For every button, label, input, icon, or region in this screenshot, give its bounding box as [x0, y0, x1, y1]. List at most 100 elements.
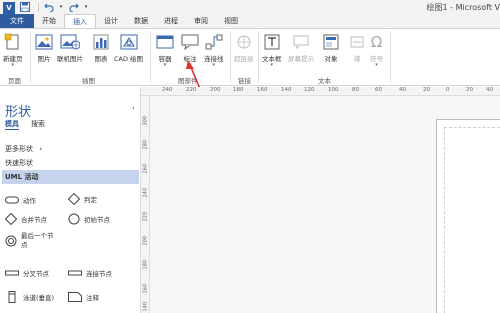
more-shapes-label: 更多形状: [5, 145, 33, 153]
chart-button[interactable]: 图表: [93, 32, 109, 63]
final-node-icon: [5, 235, 17, 247]
collapse-panel-icon[interactable]: ‹: [132, 104, 135, 112]
tab-home[interactable]: 开始: [34, 14, 64, 28]
save-icon[interactable]: [19, 2, 30, 13]
picture-button[interactable]: 图片: [35, 32, 53, 63]
chart-icon: [93, 32, 109, 52]
ruler-tick: 180: [142, 259, 149, 270]
textbox-icon: [264, 32, 280, 52]
undo-dropdown-icon[interactable]: ▾: [58, 2, 64, 13]
shape-label: 判定: [84, 196, 97, 204]
panel-tabs: 模具 搜索: [5, 119, 45, 130]
callout-icon: [181, 32, 199, 52]
quick-access-toolbar: V ▾ ▾: [0, 0, 93, 14]
vertical-ruler: 300 280 260 240 220 200 180 160 140: [141, 96, 150, 313]
shape-final-node[interactable]: 最后一个节点: [5, 232, 75, 250]
object-label: 对象: [324, 55, 338, 63]
undo-icon[interactable]: [43, 2, 54, 13]
ruler-tick: 240: [142, 187, 149, 198]
comment-icon: [68, 292, 82, 302]
tab-design[interactable]: 设计: [96, 14, 126, 28]
more-shapes-item[interactable]: 更多形状 ›: [5, 144, 42, 154]
group-label-text: 文本: [318, 77, 331, 85]
customize-toolbar-icon[interactable]: ▾: [83, 2, 89, 13]
screentip-label: 屏幕提示: [288, 55, 314, 63]
tab-process[interactable]: 进程: [156, 14, 186, 28]
new-page-button[interactable]: 新建页 ▾: [3, 32, 23, 68]
textbox-button[interactable]: 文本框 ▾: [262, 32, 282, 68]
page-margin-guide: [444, 127, 500, 313]
visio-icon: V: [3, 1, 15, 14]
shape-label: 合并节点: [21, 216, 47, 224]
shape-merge-node[interactable]: 合并节点: [5, 213, 47, 225]
online-picture-button[interactable]: 联机图片: [57, 32, 83, 63]
redo-icon[interactable]: [68, 2, 79, 13]
shape-swimlane[interactable]: 泳道(垂直): [5, 291, 54, 303]
ruler-tick: 80: [352, 87, 359, 93]
merge-node-icon: [5, 213, 17, 225]
group-divider: [258, 31, 259, 83]
online-picture-label: 联机图片: [57, 55, 83, 63]
cad-drawing-button[interactable]: CAD 绘图: [114, 32, 143, 63]
tab-search[interactable]: 搜索: [31, 119, 45, 130]
ruler-tick: 300: [142, 115, 149, 126]
tab-data[interactable]: 数据: [126, 14, 156, 28]
shape-join-node[interactable]: 连接节点: [68, 268, 112, 278]
screentip-button[interactable]: 屏幕提示: [288, 32, 314, 63]
picture-label: 图片: [37, 55, 51, 63]
ruler-tick: 200: [142, 235, 149, 246]
ruler-tick: 60: [375, 87, 382, 93]
ruler-tick: 40: [486, 87, 493, 93]
shape-initial-node[interactable]: 初始节点: [68, 213, 110, 225]
tab-insert[interactable]: 插入: [64, 14, 96, 28]
group-label-illustrations: 插图: [82, 77, 95, 85]
ribbon-tabs: 文件 开始 插入 设计 数据 进程 审阅 视图: [0, 14, 246, 28]
panel-title: 形状: [5, 105, 32, 120]
tab-stencils[interactable]: 模具: [5, 119, 19, 130]
title-bar: V ▾ ▾ 绘图1 - Microsoft V 文件 开始 插入 设计 数据 进…: [0, 0, 500, 28]
shapes-panel: 形状 ‹ 模具 搜索 更多形状 › 快速形状 UML 活动 动作 判定 合并节点…: [0, 87, 141, 313]
tab-view[interactable]: 视图: [216, 14, 246, 28]
callout-button[interactable]: 标注 ▾: [181, 32, 199, 68]
object-button[interactable]: 对象: [323, 32, 339, 63]
ruler-tick: 160: [257, 87, 268, 93]
window-title: 绘图1 - Microsoft V: [426, 3, 500, 12]
stencil-uml-activity[interactable]: UML 活动: [2, 170, 139, 184]
shape-fork-node[interactable]: 分叉节点: [5, 268, 49, 278]
connector-button[interactable]: 连接线 ▾: [204, 32, 224, 68]
shape-action[interactable]: 动作: [5, 195, 36, 205]
tab-review[interactable]: 审阅: [186, 14, 216, 28]
object-icon: [323, 32, 339, 52]
screentip-icon: [293, 32, 309, 52]
symbol-button[interactable]: Ω 符号 ▾: [370, 32, 383, 68]
fork-node-icon: [5, 270, 19, 276]
shape-label: 注释: [86, 294, 99, 302]
ruler-tick: 160: [142, 283, 149, 294]
chevron-down-icon: ▾: [212, 62, 215, 68]
cad-drawing-icon: [120, 32, 138, 52]
tab-file[interactable]: 文件: [0, 14, 34, 28]
container-button[interactable]: 容器 ▾: [156, 32, 174, 68]
ruler-tick: 40: [399, 87, 406, 93]
ruler-tick: 140: [142, 301, 149, 312]
horizontal-ruler: 240 220 200 180 160 140 120 100 80 60 40…: [141, 87, 500, 96]
shape-label: 连接节点: [86, 270, 112, 278]
shape-comment[interactable]: 注释: [68, 292, 99, 302]
chevron-down-icon: ▾: [270, 62, 273, 68]
container-icon: [156, 32, 174, 52]
omega-icon: Ω: [370, 33, 383, 51]
cad-drawing-label: CAD 绘图: [114, 55, 144, 63]
group-divider: [30, 31, 31, 83]
group-label-page: 页面: [8, 77, 21, 85]
ruler-tick: 260: [142, 163, 149, 174]
hyperlink-button[interactable]: 超链接: [234, 32, 254, 63]
quick-shapes-item[interactable]: 快速形状: [5, 158, 33, 168]
group-divider: [230, 31, 231, 83]
ribbon: 新建页 ▾ 页面 图片 联机图片 图表 CAD 绘图 插图 容器 ▾ 标注 ▾ …: [0, 28, 500, 86]
shape-decision[interactable]: 判定: [68, 193, 97, 205]
field-label: 域: [353, 55, 361, 63]
ruler-tick: 220: [142, 211, 149, 222]
shape-label: 最后一个节点: [21, 232, 54, 249]
field-button[interactable]: 域: [349, 32, 365, 63]
ruler-tick: 0: [446, 87, 450, 93]
